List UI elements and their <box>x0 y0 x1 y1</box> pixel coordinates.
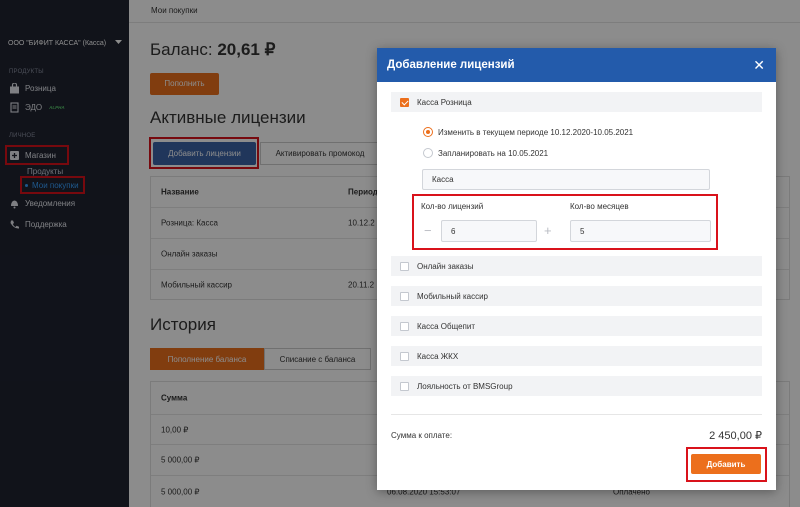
count-label: Кол-во лицензий <box>421 202 484 211</box>
option-loyalty[interactable]: Лояльность от BMSGroup <box>391 376 762 396</box>
months-label: Кол-во месяцев <box>570 202 629 211</box>
checkbox-icon[interactable] <box>400 321 409 331</box>
option-housing[interactable]: Касса ЖКХ <box>391 346 762 366</box>
option-retail[interactable]: Касса Розница <box>391 92 762 112</box>
checkbox-icon[interactable] <box>400 291 409 301</box>
checkbox-icon[interactable] <box>400 381 409 391</box>
option-label: Онлайн заказы <box>417 261 474 271</box>
minus-button[interactable]: − <box>424 223 432 238</box>
radio-label: Изменить в текущем периоде 10.12.2020-10… <box>438 127 634 137</box>
add-button[interactable]: Добавить <box>691 454 761 474</box>
option-online-orders[interactable]: Онлайн заказы <box>391 256 762 276</box>
plus-button[interactable]: + <box>544 223 552 238</box>
radio-schedule[interactable]: Запланировать на 10.05.2021 <box>423 148 548 158</box>
radio-unselected-icon[interactable] <box>423 148 433 158</box>
checkbox-icon[interactable] <box>400 261 409 271</box>
count-input[interactable]: 6 <box>441 220 537 242</box>
option-label: Касса ЖКХ <box>417 351 459 361</box>
sum-value: 2 450,00 ₽ <box>709 430 762 442</box>
option-label: Лояльность от BMSGroup <box>417 381 513 391</box>
option-label: Мобильный кассир <box>417 291 488 301</box>
option-catering[interactable]: Касса Общепит <box>391 316 762 336</box>
radio-label: Запланировать на 10.05.2021 <box>438 148 549 158</box>
close-icon[interactable]: ✕ <box>753 58 765 72</box>
radio-selected-icon[interactable] <box>423 127 433 137</box>
modal-title: Добавление лицензий <box>387 59 515 71</box>
modal-header: Добавление лицензий ✕ <box>377 48 776 82</box>
checkbox-icon[interactable] <box>400 351 409 361</box>
months-input[interactable]: 5 <box>570 220 711 242</box>
option-label: Касса Общепит <box>417 321 475 331</box>
sum-label: Сумма к оплате: <box>391 431 453 440</box>
option-mobile-cashier[interactable]: Мобильный кассир <box>391 286 762 306</box>
checkbox-checked-icon[interactable] <box>400 97 409 107</box>
license-type-select[interactable]: Касса <box>422 169 710 190</box>
add-licenses-modal: Добавление лицензий ✕ Касса Розница Изме… <box>377 48 776 490</box>
radio-change-period[interactable]: Изменить в текущем периоде 10.12.2020-10… <box>423 127 633 137</box>
divider <box>391 414 762 415</box>
option-label: Касса Розница <box>417 97 472 107</box>
